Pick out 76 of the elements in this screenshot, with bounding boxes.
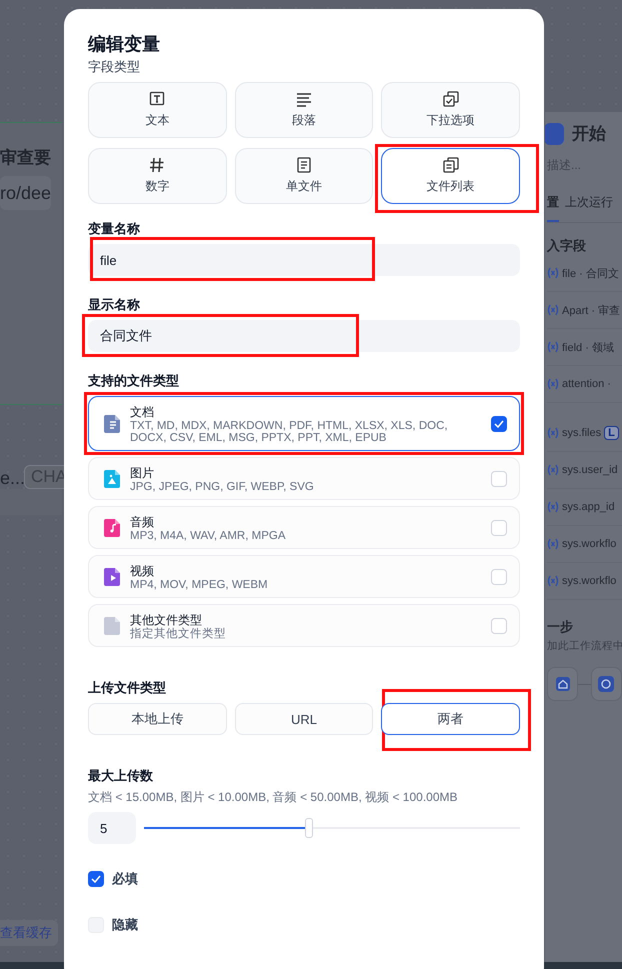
file-type-option[interactable]: 音频 MP3, M4A, WAV, AMR, MPGA	[88, 506, 520, 549]
file-extensions: MP3, M4A, WAV, AMR, MPGA	[130, 530, 286, 542]
image-icon	[104, 470, 120, 488]
document-icon	[104, 415, 120, 433]
checkbox-label: 隐藏	[112, 916, 138, 934]
file-type-name: 图片	[130, 465, 155, 481]
field-label: 上传文件类型	[88, 679, 167, 697]
variable-icon	[547, 501, 559, 513]
node-title: 审查要	[0, 147, 51, 169]
file-extensions: MP4, MOV, MPEG, WEBM	[130, 579, 269, 591]
variable-icon	[547, 538, 559, 550]
field-type-option[interactable]: 段落	[234, 82, 374, 138]
upload-method-option[interactable]: 本地上传	[88, 703, 227, 735]
start-step-node[interactable]	[547, 667, 578, 701]
checkbox[interactable]	[491, 416, 507, 432]
file-type-option[interactable]: 文档 TXT, MD, MDX, MARKDOWN, PDF, HTML, XLSX, XLS, DOC, DOCX, CSV, EML, MSG, PPTX, PPT, XML, EPUB	[88, 396, 520, 451]
text-input[interactable]: file	[88, 244, 520, 276]
file-type-name: 音频	[130, 514, 155, 530]
variable-icon	[547, 464, 559, 476]
paragraph-icon	[296, 91, 312, 107]
field-label: 变量名称	[88, 220, 141, 238]
home-icon	[556, 677, 570, 691]
variable-icon	[547, 378, 559, 390]
file-type-name: 视频	[130, 563, 155, 579]
file-extensions: JPG, JPEG, PNG, GIF, WEBP, SVG	[130, 481, 315, 493]
dialog-title: 编辑变量	[88, 33, 161, 55]
field-type-option[interactable]: 数字	[88, 148, 227, 204]
panel-title: 开始	[572, 123, 606, 145]
field-type-option[interactable]: 下拉选项	[381, 82, 520, 138]
workflow-node-card[interactable]	[0, 489, 62, 515]
next-step-node[interactable]	[590, 667, 622, 701]
file-type-name: 文档	[130, 404, 155, 420]
text-box-icon	[149, 91, 166, 107]
number-input[interactable]: 5	[88, 812, 136, 844]
workflow-node-card[interactable]	[0, 122, 62, 405]
check-icon	[494, 420, 504, 428]
text-input[interactable]: 合同文件	[88, 320, 520, 352]
file-type-option[interactable]: 图片 JPG, JPEG, PNG, GIF, WEBP, SVG	[88, 457, 520, 500]
variable-icon	[547, 267, 559, 279]
field-type-option[interactable]: 文件列表	[381, 148, 520, 204]
node-variable: e...	[0, 468, 26, 489]
field-label: 支持的文件类型	[88, 372, 180, 390]
field-type-option[interactable]: 单文件	[234, 148, 374, 204]
variable-icon	[547, 427, 559, 439]
field-label: 显示名称	[88, 296, 141, 314]
field-type-option[interactable]: 文本	[88, 82, 227, 138]
file-extensions: TXT, MD, MDX, MARKDOWN, PDF, HTML, XLSX, XLS, DOC, DOCX, CSV, EML, MSG, PPTX, PPT, XML, EPUB	[130, 420, 449, 444]
file-type-option[interactable]: 视频 MP4, MOV, MPEG, WEBM	[88, 555, 520, 598]
code-node-icon	[598, 676, 614, 692]
upload-method-option[interactable]: 两者	[381, 703, 520, 735]
variable-icon	[547, 341, 559, 353]
documents-icon	[442, 157, 459, 173]
checkbox-label: 必填	[112, 870, 138, 888]
check-icon	[91, 875, 101, 883]
field-label: 最大上传数	[88, 767, 154, 785]
slider-thumb[interactable]	[305, 818, 314, 838]
blank-file-icon	[104, 617, 120, 635]
music-icon	[104, 519, 120, 537]
video-icon	[104, 568, 120, 586]
upload-method-option[interactable]: URL	[234, 703, 374, 735]
document-icon	[296, 157, 312, 173]
section-title: 入字段	[547, 237, 587, 255]
variable-icon	[547, 304, 559, 316]
file-type-option[interactable]: 其他文件类型 指定其他文件类型	[88, 604, 520, 647]
node-field: ro/dee	[0, 176, 52, 210]
file-type-name: 其他文件类型	[130, 612, 203, 628]
file-extensions: 指定其他文件类型	[130, 628, 227, 640]
hash-icon	[149, 157, 166, 173]
checkbox[interactable]	[88, 871, 104, 887]
checkbox-stack-icon	[442, 91, 459, 107]
section-title: 一步	[547, 618, 574, 636]
field-label: 字段类型	[88, 58, 141, 76]
variable-type-tag: L	[604, 426, 619, 440]
variable-icon	[547, 575, 559, 587]
start-node-icon	[545, 122, 564, 144]
size-limits-text: 文档 < 15.00MB, 图片 < 10.00MB, 音频 < 50.00MB, 视频 < 100.00MB	[88, 789, 458, 806]
